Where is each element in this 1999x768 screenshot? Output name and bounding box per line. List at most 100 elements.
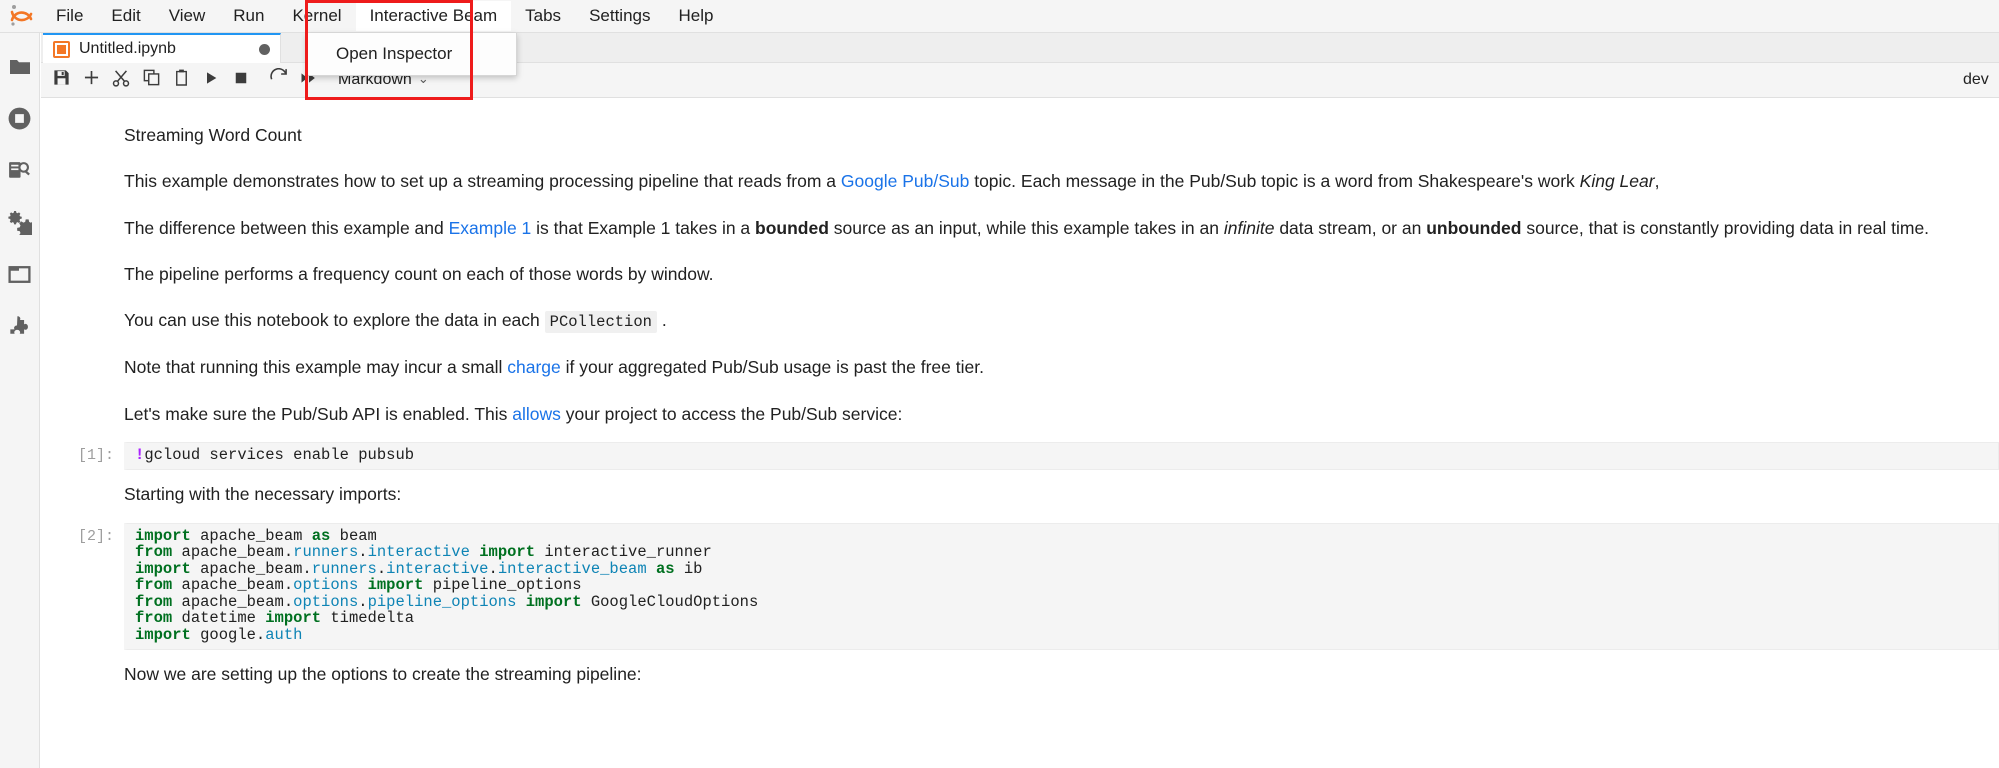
unsaved-changes-indicator[interactable]	[259, 44, 270, 55]
folder-icon	[8, 55, 32, 84]
sidebar-item-command-palette[interactable]	[0, 147, 40, 199]
sidebar-item-property-inspector[interactable]	[0, 199, 40, 251]
sidebar-item-running-terminals[interactable]	[0, 95, 40, 147]
notebook-icon	[53, 41, 70, 58]
menu-tabs[interactable]: Tabs	[511, 1, 575, 31]
code-token: interactive	[368, 543, 470, 561]
markdown-cell[interactable]: Now we are setting up the options to cre…	[41, 656, 1999, 692]
save-button[interactable]	[46, 65, 76, 95]
interrupt-kernel-button[interactable]	[226, 65, 256, 95]
bold-text: unbounded	[1426, 218, 1521, 238]
activity-sidebar	[0, 33, 40, 768]
menu-interactive-beam[interactable]: Interactive Beam	[356, 1, 512, 31]
code-line: from apache_beam.runners.interactive imp…	[135, 544, 1990, 561]
code-token	[470, 543, 479, 561]
code-token: from	[135, 576, 172, 594]
code-token: apache_beam.	[172, 593, 293, 611]
open-tabs-icon	[7, 262, 32, 292]
code-token: pipeline_options	[368, 593, 517, 611]
cell-prompt	[41, 476, 124, 512]
menu-open-inspector[interactable]: Open Inspector	[308, 37, 516, 71]
notebook-scroll-area[interactable]: Streaming Word Count This example demonst…	[41, 99, 1999, 768]
extension-manager-icon	[7, 314, 32, 344]
code-token: .	[358, 593, 367, 611]
code-line: !gcloud services enable pubsub	[135, 447, 1990, 464]
cell-prompt	[41, 656, 124, 692]
menu-run[interactable]: Run	[219, 1, 278, 31]
sidebar-item-open-tabs[interactable]	[0, 251, 40, 303]
markdown-cell[interactable]: Starting with the necessary imports:	[41, 476, 1999, 512]
menu-edit[interactable]: Edit	[97, 1, 154, 31]
menu-bar: FileEditViewRunKernelInteractive BeamTab…	[0, 0, 1999, 33]
markdown-link[interactable]: allows	[512, 404, 561, 424]
markdown-cell[interactable]: This example demonstrates how to set up …	[41, 163, 1999, 199]
kernel-name-label[interactable]: dev	[1963, 71, 1991, 89]
copy-cells-button[interactable]	[136, 65, 166, 95]
restart-kernel-button[interactable]	[264, 65, 294, 95]
text-run: data stream, or an	[1274, 218, 1426, 238]
markdown-cell[interactable]: The pipeline performs a frequency count …	[41, 256, 1999, 292]
menu-view[interactable]: View	[155, 1, 220, 31]
code-token: from	[135, 593, 172, 611]
code-cell[interactable]: [1]:!gcloud services enable pubsub	[41, 442, 1999, 471]
code-token: from	[135, 609, 172, 627]
text-run: You can use this notebook to explore the…	[124, 310, 545, 330]
scissors-icon	[111, 68, 131, 93]
code-token: as	[656, 560, 675, 578]
menu-file[interactable]: File	[42, 1, 97, 31]
save-icon	[52, 68, 71, 92]
code-token: pipeline_options	[423, 576, 581, 594]
text-run: topic. Each message in the Pub/Sub topic…	[969, 171, 1579, 191]
text-run: The pipeline performs a frequency count …	[124, 264, 714, 284]
markdown-link[interactable]: Example 1	[449, 218, 532, 238]
plus-icon	[81, 67, 102, 93]
code-editor[interactable]: import apache_beam as beamfrom apache_be…	[124, 523, 1999, 651]
markdown-cell[interactable]: You can use this notebook to explore the…	[41, 302, 1999, 339]
menu-kernel[interactable]: Kernel	[278, 1, 355, 31]
code-token: runners	[312, 560, 377, 578]
cell-prompt	[41, 349, 124, 385]
code-token: auth	[265, 626, 302, 644]
markdown-cell[interactable]: The difference between this example and …	[41, 210, 1999, 246]
cut-cells-button[interactable]	[106, 65, 136, 95]
code-token	[358, 576, 367, 594]
markdown-cell[interactable]: Note that running this example may incur…	[41, 349, 1999, 385]
code-token: gcloud services enable pubsub	[144, 446, 414, 464]
markdown-link[interactable]: charge	[507, 357, 561, 377]
code-line: import apache_beam.runners.interactive.i…	[135, 561, 1990, 578]
tab-label: Untitled.ipynb	[79, 40, 259, 58]
code-token: options	[293, 576, 358, 594]
markdown-cell[interactable]: Let's make sure the Pub/Sub API is enabl…	[41, 396, 1999, 432]
bold-text: bounded	[755, 218, 829, 238]
menu-help[interactable]: Help	[665, 1, 728, 31]
markdown-link[interactable]: Google Pub/Sub	[841, 171, 969, 191]
markdown-cell-text: Note that running this example may incur…	[124, 349, 1999, 385]
italic-text: infinite	[1224, 218, 1275, 238]
markdown-cell-text: Let's make sure the Pub/Sub API is enabl…	[124, 396, 1999, 432]
markdown-cell-text: Starting with the necessary imports:	[124, 476, 1999, 512]
tab-untitled-ipynb[interactable]: Untitled.ipynb	[43, 33, 281, 63]
code-token: interactive_beam	[498, 560, 647, 578]
sidebar-item-file-browser[interactable]	[0, 43, 40, 95]
menu-settings[interactable]: Settings	[575, 1, 664, 31]
cell-prompt	[41, 302, 124, 339]
insert-cell-button[interactable]	[76, 65, 106, 95]
code-token: .	[489, 560, 498, 578]
code-token: apache_beam.	[191, 560, 312, 578]
run-cell-button[interactable]	[196, 65, 226, 95]
italic-text: King Lear	[1580, 171, 1655, 191]
paste-cells-button[interactable]	[166, 65, 196, 95]
text-run: source, that is constantly providing dat…	[1521, 218, 1929, 238]
code-editor[interactable]: !gcloud services enable pubsub	[124, 442, 1999, 471]
code-token: google.	[191, 626, 265, 644]
markdown-cell-text: The pipeline performs a frequency count …	[124, 256, 1999, 292]
interactive-beam-menu-dropdown[interactable]: Open Inspector	[307, 33, 517, 76]
code-token: .	[358, 543, 367, 561]
markdown-cell-text: Now we are setting up the options to cre…	[124, 656, 1999, 692]
code-line: from apache_beam.options import pipeline…	[135, 577, 1990, 594]
stop-icon	[234, 71, 248, 90]
code-token: import	[265, 609, 321, 627]
sidebar-item-extension-manager[interactable]	[0, 303, 40, 355]
code-cell[interactable]: [2]:import apache_beam as beamfrom apach…	[41, 523, 1999, 651]
markdown-cell[interactable]: Streaming Word Count	[41, 117, 1999, 153]
